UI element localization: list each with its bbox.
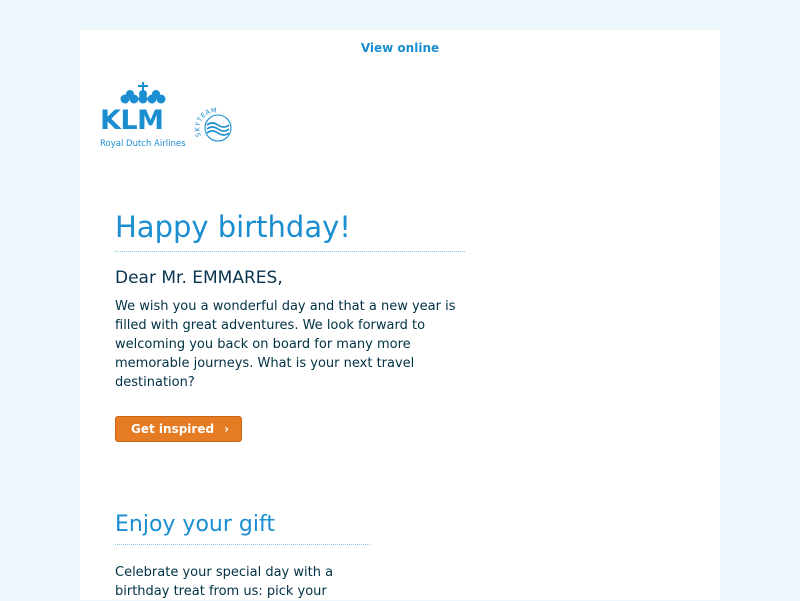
- view-online-link[interactable]: View online: [80, 41, 720, 55]
- greeting: Dear Mr. EMMARES,: [115, 268, 283, 288]
- email-card: View online KLM Royal Dutch Airlines SKY…: [80, 30, 720, 600]
- get-inspired-label: Get inspired: [131, 422, 215, 436]
- skyteam-logo: SKYTEAM: [194, 106, 232, 142]
- gift-title: Enjoy your gift: [115, 510, 370, 545]
- main-content: Happy birthday! Dear Mr. EMMARES, We wis…: [115, 206, 475, 601]
- get-inspired-button[interactable]: Get inspired ›: [115, 416, 243, 442]
- logo-wordmark: KLM: [100, 105, 164, 136]
- birthday-message: We wish you a wonderful day and that a n…: [115, 299, 456, 390]
- page-title: Happy birthday!: [115, 206, 465, 252]
- chevron-right-icon: ›: [224, 422, 230, 436]
- gift-message: Celebrate your special day with a birthd…: [115, 565, 334, 600]
- logo-tagline: Royal Dutch Airlines: [100, 139, 186, 149]
